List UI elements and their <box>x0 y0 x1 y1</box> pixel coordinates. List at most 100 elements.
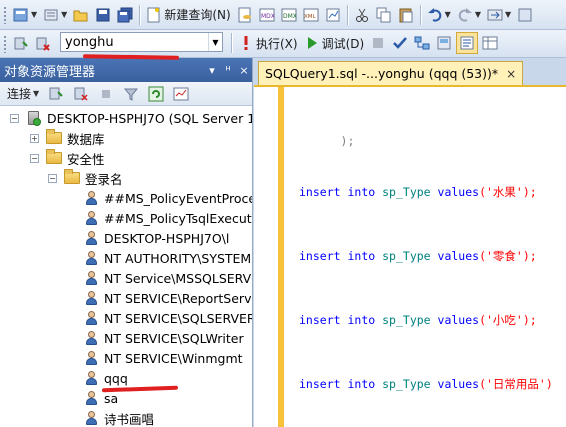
login-item[interactable]: ##MS_PolicyTsqlExecution <box>84 208 252 228</box>
query-options-button[interactable] <box>434 32 454 54</box>
user-icon <box>84 310 100 326</box>
connect-button[interactable]: 连接 ▼ <box>5 83 41 105</box>
toolbar-grip[interactable] <box>3 5 7 24</box>
login-label: NT SERVICE\SQLSERVERA <box>104 310 252 326</box>
navigate-button[interactable]: ▼ <box>485 4 513 26</box>
new-query-label: 新建查询(N) <box>164 8 231 22</box>
connect-object-explorer-button[interactable] <box>46 83 66 105</box>
editor-tab-strip: SQLQuery1.sql -...yonghu (qqq (53))* × <box>254 58 566 85</box>
redo-icon <box>457 7 473 23</box>
chevron-down-icon[interactable]: ▼ <box>208 33 222 51</box>
filter-button[interactable] <box>121 83 141 105</box>
window-position-icon[interactable]: ▾ <box>204 64 220 77</box>
display-plan-button[interactable] <box>412 32 432 54</box>
login-item-qqq[interactable]: qqq <box>84 368 128 388</box>
login-item[interactable]: NT Service\MSSQLSERVEF <box>84 268 252 288</box>
xmla-query-icon: XML <box>303 7 319 23</box>
close-icon[interactable]: × <box>236 64 252 77</box>
user-icon <box>84 250 100 266</box>
cancel-query-button[interactable] <box>368 32 388 54</box>
copy-button[interactable] <box>374 4 394 26</box>
dmx-query-icon: DMX <box>281 7 297 23</box>
tab-sqlquery1[interactable]: SQLQuery1.sql -...yonghu (qqq (53))* × <box>258 61 524 85</box>
stop-button[interactable] <box>96 83 116 105</box>
pin-icon[interactable]: ᵸ <box>220 64 236 77</box>
separator <box>419 4 421 25</box>
tab-title: SQLQuery1.sql -...yonghu (qqq (53))* <box>265 66 499 81</box>
tree-node-security[interactable]: − 安全性 <box>30 148 105 168</box>
db-query-icon <box>237 7 253 23</box>
paste-button[interactable] <box>396 4 416 26</box>
login-item[interactable]: NT SERVICE\Winmgmt <box>84 348 243 368</box>
debug-button[interactable]: 调试(D) <box>302 32 367 54</box>
login-item[interactable]: NT SERVICE\SQLWriter <box>84 328 244 348</box>
server-label: DESKTOP-HSPHJ7O (SQL Server 11. <box>47 110 252 126</box>
refresh-button[interactable] <box>146 83 166 105</box>
tree-node-server[interactable]: − DESKTOP-HSPHJ7O (SQL Server 11. <box>10 108 252 128</box>
login-item[interactable]: 诗书画唱 <box>84 408 154 427</box>
open-file-button[interactable] <box>71 4 91 26</box>
code-line: insert into sp_Type values('小吃'); <box>299 313 537 327</box>
parse-button[interactable] <box>390 32 410 54</box>
mdx-query-icon: MDX <box>259 7 275 23</box>
close-icon[interactable]: × <box>506 67 516 81</box>
execute-button[interactable]: 执行(X) <box>236 32 300 54</box>
collapse-icon[interactable]: − <box>48 173 57 183</box>
collapse-icon[interactable]: − <box>10 113 19 123</box>
save-all-button[interactable] <box>115 4 135 26</box>
expand-icon[interactable]: + <box>30 133 39 143</box>
login-label: NT SERVICE\Winmgmt <box>104 350 243 366</box>
collapse-icon[interactable]: − <box>30 153 39 163</box>
login-item[interactable]: NT SERVICE\SQLSERVERA <box>84 308 252 328</box>
user-icon <box>84 290 100 306</box>
new-query-button[interactable]: 新建查询(N) <box>144 4 232 26</box>
undo-button[interactable]: ▼ <box>425 4 453 26</box>
save-button[interactable] <box>93 4 113 26</box>
dmx-query-button[interactable]: DMX <box>279 4 299 26</box>
mdx-query-button[interactable]: MDX <box>257 4 277 26</box>
toolbar-grip[interactable] <box>3 34 7 53</box>
activity-monitor-button[interactable] <box>171 83 191 105</box>
navigate-icon <box>487 7 503 23</box>
checkmark-icon <box>392 35 408 51</box>
open-folder-icon <box>73 7 89 23</box>
security-label: 安全性 <box>67 151 105 167</box>
svg-text:DMX: DMX <box>283 13 297 20</box>
disconnect-button[interactable] <box>33 33 53 55</box>
editor-gutter <box>254 87 278 427</box>
stop-icon <box>370 35 386 51</box>
user-icon <box>84 210 100 226</box>
db-engine-query-button[interactable] <box>235 4 255 26</box>
separator <box>231 33 232 53</box>
tree-node-logins[interactable]: − 登录名 <box>48 168 123 188</box>
user-icon <box>84 230 100 246</box>
results-grid-icon <box>482 35 498 51</box>
filter-icon <box>123 86 139 102</box>
login-item[interactable]: DESKTOP-HSPHJ7O\l <box>84 228 229 248</box>
login-item[interactable]: ##MS_PolicyEventProcess <box>84 188 252 208</box>
tree-node-databases[interactable]: + 数据库 <box>30 128 105 148</box>
separator <box>346 4 348 25</box>
disconnect-server-icon <box>73 86 89 102</box>
cut-button[interactable] <box>352 4 372 26</box>
new-project-button[interactable]: ▼ <box>11 4 39 26</box>
add-item-button[interactable]: ▼ <box>41 4 69 26</box>
change-connection-button[interactable] <box>11 33 31 55</box>
redo-button[interactable]: ▼ <box>455 4 483 26</box>
folder-icon <box>64 169 80 184</box>
login-item[interactable]: NT SERVICE\ReportServer <box>84 288 252 308</box>
play-icon <box>304 35 320 51</box>
intellisense-button[interactable] <box>456 32 479 54</box>
copy-icon <box>376 7 392 23</box>
login-label: NT SERVICE\ReportServer <box>104 290 252 306</box>
debug-label: 调试(D) <box>321 36 365 51</box>
disconnect-server-button[interactable] <box>71 83 91 105</box>
code-area[interactable]: ); insert into sp_Type values('水果'); ins… <box>254 85 566 427</box>
analysis-query-button[interactable] <box>323 4 343 26</box>
more-tools-button[interactable] <box>515 4 535 26</box>
database-select[interactable]: yonghu ▼ <box>60 32 223 52</box>
login-item[interactable]: NT AUTHORITY\SYSTEM <box>84 248 251 268</box>
xmla-query-button[interactable]: XML <box>301 4 321 26</box>
separator <box>139 4 141 25</box>
results-button[interactable] <box>480 32 500 54</box>
